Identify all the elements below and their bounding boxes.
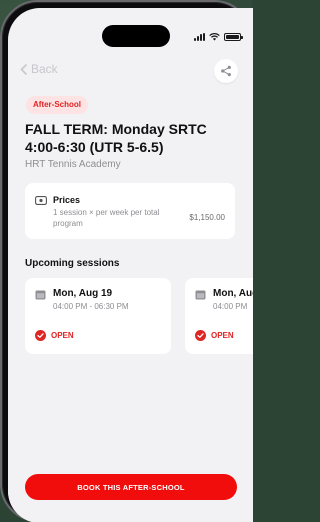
session-card[interactable]: Mon, Aug 19 04:00 PM - 06:30 PM OPEN [25, 278, 171, 354]
session-status-label: OPEN [51, 331, 74, 340]
session-status: OPEN [195, 330, 234, 341]
phone-frame: Back After-School FALL TERM: Monday SRTC… [0, 0, 253, 522]
session-date: Mon, Aug [213, 288, 253, 299]
wifi-icon [209, 33, 220, 41]
back-label: Back [31, 62, 58, 76]
prices-label: Prices [53, 195, 81, 205]
app-screen: Back After-School FALL TERM: Monday SRTC… [8, 8, 253, 522]
back-button[interactable]: Back [20, 62, 58, 76]
prices-card: Prices 1 session × per week per total pr… [25, 183, 235, 239]
share-icon [221, 65, 231, 77]
check-circle-icon [195, 330, 206, 341]
battery-icon [224, 33, 243, 41]
calendar-icon [195, 290, 206, 300]
calendar-icon [35, 290, 46, 300]
session-status-label: OPEN [211, 331, 234, 340]
ticket-icon [35, 196, 47, 205]
program-title: FALL TERM: Monday SRTC 4:00-6:30 (UTR 5-… [25, 121, 207, 155]
price-amount: $1,150.00 [189, 213, 225, 222]
upcoming-sessions-heading: Upcoming sessions [25, 258, 120, 269]
program-type-badge: After-School [26, 96, 88, 114]
session-time: 04:00 PM [213, 302, 248, 311]
session-date: Mon, Aug 19 [53, 288, 113, 299]
book-after-school-button[interactable]: BOOK THIS AFTER-SCHOOL [25, 474, 237, 500]
session-time: 04:00 PM - 06:30 PM [53, 302, 129, 311]
dynamic-island [102, 25, 170, 47]
status-icons [194, 33, 243, 41]
check-circle-icon [35, 330, 46, 341]
share-button[interactable] [214, 59, 238, 83]
session-card[interactable]: Mon, Aug 04:00 PM OPEN [185, 278, 253, 354]
session-status: OPEN [35, 330, 74, 341]
signal-icon [194, 33, 205, 41]
prices-description: 1 session × per week per total program [53, 208, 160, 228]
chevron-left-icon [20, 63, 27, 75]
academy-name: HRT Tennis Academy [25, 159, 121, 170]
